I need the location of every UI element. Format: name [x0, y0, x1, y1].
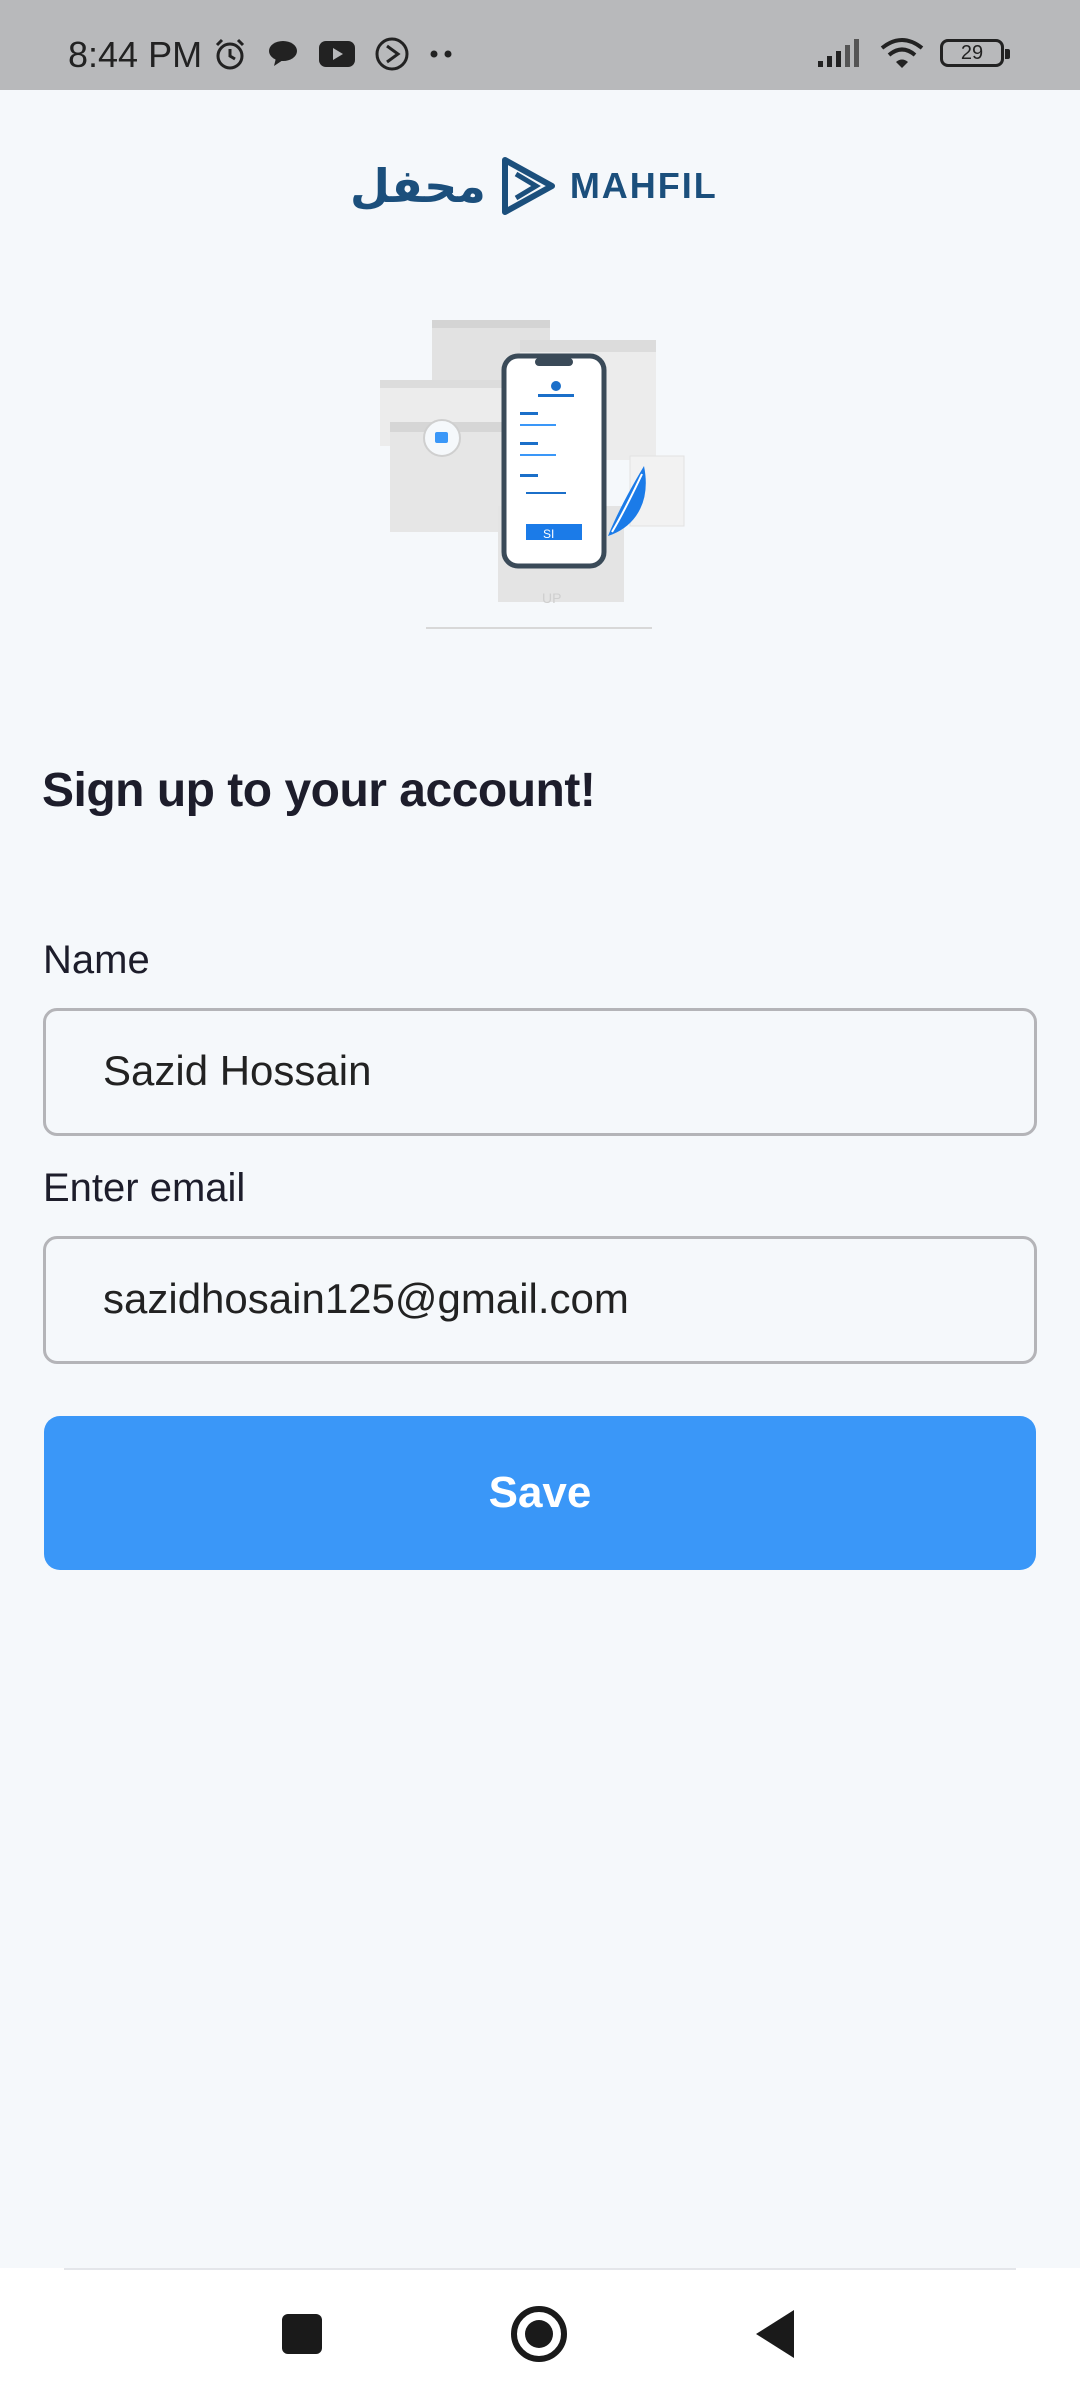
chat-bubble-icon [269, 41, 297, 66]
name-label: Name [43, 938, 150, 982]
recent-apps-icon[interactable] [282, 2314, 322, 2354]
alarm-icon [215, 38, 245, 70]
battery-icon: 29 [940, 39, 1010, 67]
status-icons-right: 29 [816, 36, 1010, 70]
mahfil-logo: محفل MAHFIL [350, 154, 718, 218]
logo-arabic-text: محفل [350, 159, 486, 213]
back-icon[interactable] [756, 2310, 794, 2358]
status-time: 8:44 PM [68, 34, 203, 75]
youtube-icon [319, 41, 355, 67]
logo-text: MAHFIL [569, 165, 718, 206]
email-label: Enter email [43, 1166, 246, 1210]
more-dots-icon [430, 50, 452, 58]
email-field-value: sazidhosain125@gmail.com [103, 1275, 629, 1322]
home-icon[interactable] [511, 2306, 567, 2362]
name-field-value: Sazid Hossain [103, 1047, 372, 1094]
status-icons-left [212, 36, 456, 72]
battery-level: 29 [960, 42, 984, 64]
illustration-button-text: SI [543, 527, 554, 541]
phone-signup-illustration: UP SI [380, 320, 685, 629]
name-field[interactable]: Sazid Hossain [43, 1008, 1037, 1136]
nav-divider [64, 2268, 1016, 2270]
signal-icon [818, 39, 859, 67]
logo-play-icon [501, 157, 555, 215]
page-title: Sign up to your account! [42, 764, 596, 817]
illustration-up-text: UP [542, 590, 561, 606]
music-icon [375, 37, 409, 71]
wifi-icon [880, 38, 924, 68]
status-bar: 8:44 PM 29 [0, 0, 1080, 90]
save-button[interactable]: Save [44, 1416, 1036, 1570]
email-field[interactable]: sazidhosain125@gmail.com [43, 1236, 1037, 1364]
